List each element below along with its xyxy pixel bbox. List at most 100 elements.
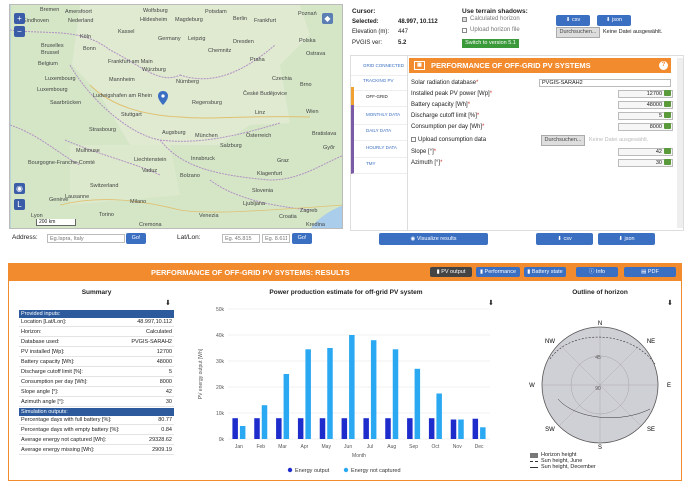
table-row: Average energy missing [Wh]: 2909.19 [19,446,174,455]
bar-energy-output [385,418,391,439]
calculated-horizon-radio[interactable] [462,17,467,22]
compass-n: N [598,321,602,327]
address-go-button[interactable]: Go! [126,233,146,244]
bar-energy-not-captured [414,368,421,439]
slope-row: Slope [°]* 42 [411,147,673,157]
form-title: PERFORMANCE OF OFF-GRID PV SYSTEMS [431,61,591,70]
map-place-label: Innsbruck [191,156,215,162]
horizon-section: Outline of horizon ⬇ N NE E SE S SW W NW… [520,289,680,479]
csv-button[interactable]: ⬇ csv [536,233,593,245]
consumption-browse-button[interactable]: Durchsuchen... [541,135,585,146]
table-row: Discharge cutoff limit [%]: 5 [19,368,174,377]
horizon-json-button[interactable]: ⬇ json [597,15,631,26]
map-place-label: Kredina [306,222,325,228]
lat-input[interactable] [222,234,260,243]
address-input[interactable] [47,234,125,243]
bar-energy-not-captured [370,340,377,439]
db-select[interactable]: PVGIS-SARAH2 [539,79,671,87]
map-place-label: Switzerland [90,183,119,189]
pv-output-tab[interactable]: ▮ PV output [430,267,472,277]
map-place-label: Bruxelles [41,43,64,49]
row-value: Calculated [146,329,172,335]
map-place-label: München [195,133,218,139]
x-axis-label: Month [352,453,366,459]
download-icon[interactable]: ⬇ [165,299,171,307]
zoom-out-button[interactable]: − [14,26,25,37]
map-place-label: Poznań [298,11,317,17]
bar-energy-output [428,418,435,439]
outputs-head: Simulation outputs: [19,408,174,416]
upload-horizon-radio[interactable] [462,28,467,33]
download-icon[interactable]: ⬇ [667,299,673,307]
map-place-label: Bremen [40,7,60,13]
bar-energy-not-captured [458,419,464,439]
map-place-label: Strasbourg [89,127,116,133]
layers-icon[interactable]: ◆ [322,13,333,24]
map-place-label: Leipzig [188,36,206,42]
map-place-label: Augsburg [162,130,186,136]
visualize-button[interactable]: ◉ Visualize results [379,233,488,245]
performance-tab[interactable]: ▮ Performance [476,267,520,277]
info-tab[interactable]: ⓘ Info [576,267,618,277]
lon-input[interactable] [262,234,290,243]
csv-label: csv [563,236,572,242]
form-scrollbar[interactable] [677,58,683,228]
selected-value: 48.997, 10.112 [398,19,438,25]
compass-nw: NW [545,339,555,345]
map-place-label: Brussel [41,50,60,56]
tab-off-grid[interactable]: OFF-GRID [351,87,407,107]
horizon-legend-swatch [530,453,538,458]
row-value: 5 [168,369,172,375]
bar-energy-not-captured [327,348,333,439]
map-view[interactable]: Bremen Amersfoort Wolfsburg Potsdam Poznań Ei… [9,4,343,229]
horizon-csv-button[interactable]: ⬇ csv [556,15,590,26]
map-place-label: Regensburg [192,100,222,106]
upload-consumption-checkbox[interactable] [411,137,416,142]
row-value: 2909.19 [152,447,172,453]
form-row: Consumption per day [Wh]* 8000 [411,122,673,132]
tab-tmy[interactable]: TMY [351,154,407,174]
json-button[interactable]: ⬇ json [598,233,655,245]
map-place-label: Linz [255,110,266,116]
compass-w: W [529,383,535,389]
map-place-label: Dresden [233,39,254,45]
latlon-go-button[interactable]: Go! [292,233,312,244]
x-tick-label: Jul [367,444,373,450]
map-place-label: Lausanne [65,194,90,200]
legend-icon[interactable]: L [14,199,25,210]
map-place-label: Zagreb [300,208,318,214]
row-value: 48000 [156,359,172,365]
check-icon [664,112,671,118]
locate-icon[interactable]: ◉ [14,183,25,194]
june-legend-line [530,461,538,462]
check-icon [664,159,671,165]
switch-version-button[interactable]: Switch to version 5.1 [462,39,519,48]
map-place-label: Venezia [199,213,219,219]
row-key: Consumption per day [Wh]: [21,379,88,385]
map-place-label: Liechtenstein [134,157,167,163]
horizon-json-label: json [612,17,623,23]
row-value: 0.84 [161,427,172,433]
consumption-no-file: Keine Datei ausgewählt. [589,137,649,143]
pdf-label: PDF [647,269,659,275]
bar-energy-not-captured [349,335,355,439]
horizon-browse-button[interactable]: Durchsuchen... [556,27,600,38]
x-tick-label: Nov [453,444,462,450]
pdf-icon: ▤ [641,269,648,275]
inputs-head: Provided inputs: [19,310,174,318]
bar-energy-not-captured [305,349,311,439]
map-place-label: Germany [158,36,181,42]
json-label: json [624,236,635,242]
bar-energy-not-captured [480,427,486,439]
y-tick-label: 10k [216,411,225,417]
upload-row: Upload consumption data Durchsuchen... K… [411,135,673,146]
results-title: PERFORMANCE OF OFF-GRID PV SYSTEMS: RESU… [151,268,350,277]
zoom-in-button[interactable]: + [14,13,25,24]
pdf-button[interactable]: ▤ PDF [624,267,676,277]
x-tick-label: Jan [235,444,243,450]
battery-state-tab[interactable]: ▮ Battery state [524,267,566,277]
row-value: 8000 [159,379,172,385]
map-place-label: Berlin [233,16,248,22]
help-icon[interactable]: ? [659,61,668,70]
elevation-value: 447 [398,29,409,35]
